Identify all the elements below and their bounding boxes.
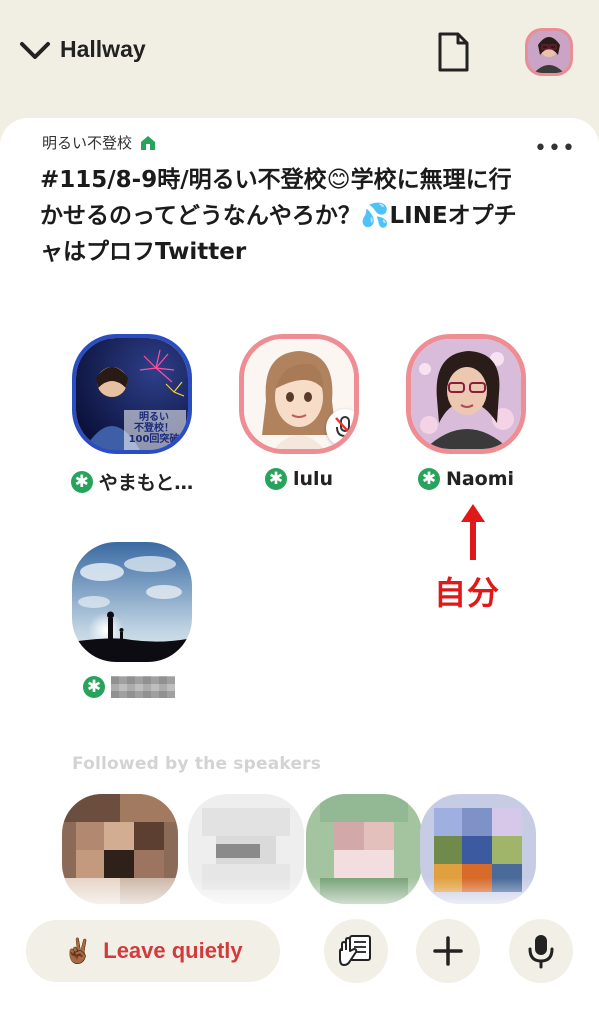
followed-section-label: Followed by the speakers [72,754,322,774]
annotation-arrow-icon [461,504,485,560]
speaker-name: lulu [292,468,334,490]
speaker-name-obscured [111,676,175,698]
chevron-down-icon [20,41,50,59]
speaker-name: やまもと… [98,472,194,494]
speaker-avatar [239,334,359,454]
microphone-button[interactable] [509,919,573,983]
club-name: 明るい不登校 [42,134,133,152]
speaker-tile[interactable]: ✱ [52,542,212,698]
add-button[interactable] [416,919,480,983]
speaker-name-row: ✱ やまもと… [52,468,212,495]
leave-quietly-label: Leave quietly [103,938,243,963]
moderator-badge-icon: ✱ [70,470,93,493]
house-icon [141,135,156,150]
more-options-button[interactable]: ••• [534,138,576,160]
speaker-tile[interactable]: ✱ Naomi [386,334,546,490]
document-icon[interactable] [436,31,470,73]
speaker-tile[interactable]: 明るい 不登校！ 100回突破 ✱ やまもと… [52,334,212,495]
moderator-badge-icon: ✱ [417,468,440,490]
speaker-name-row: ✱ lulu [219,468,379,490]
room-card: 明るい不登校 ••• #115/8-9時/明るい不登校😊学校に無理に行かせるのっ… [0,118,599,1024]
room-title: #115/8-9時/明るい不登校😊学校に無理に行かせるのってどうなんやろか？💦L… [40,167,517,265]
peace-hand-icon: ✌🏾 [63,937,94,965]
speaker-name: Naomi [445,468,515,490]
fade-overlay [0,878,599,918]
moderator-badge-icon: ✱ [264,468,287,490]
profile-avatar[interactable] [525,28,573,76]
top-bar: Hallway [0,0,599,120]
back-to-hallway-button[interactable]: Hallway [18,36,146,63]
plus-icon [433,936,463,966]
raise-hand-button[interactable] [324,919,388,983]
raise-hand-icon [339,935,371,966]
muted-microphone-icon [326,409,354,447]
speaker-avatar: 明るい 不登校！ 100回突破 [72,334,192,454]
back-label: Hallway [60,36,146,62]
speaker-avatar-caption: 明るい 不登校！ 100回突破 [128,412,180,445]
speaker-name-row: ✱ [52,676,212,698]
annotation-label: 自分 [434,574,501,612]
speaker-tile[interactable]: ✱ lulu [219,334,379,490]
club-header[interactable]: 明るい不登校 [42,132,156,153]
speaker-avatar [72,542,192,662]
leave-quietly-button[interactable]: ✌🏾 Leave quietly [26,920,280,982]
speaker-avatar [406,334,526,454]
moderator-badge-icon: ✱ [83,676,105,698]
microphone-icon [528,935,554,969]
speaker-name-row: ✱ Naomi [386,468,546,490]
